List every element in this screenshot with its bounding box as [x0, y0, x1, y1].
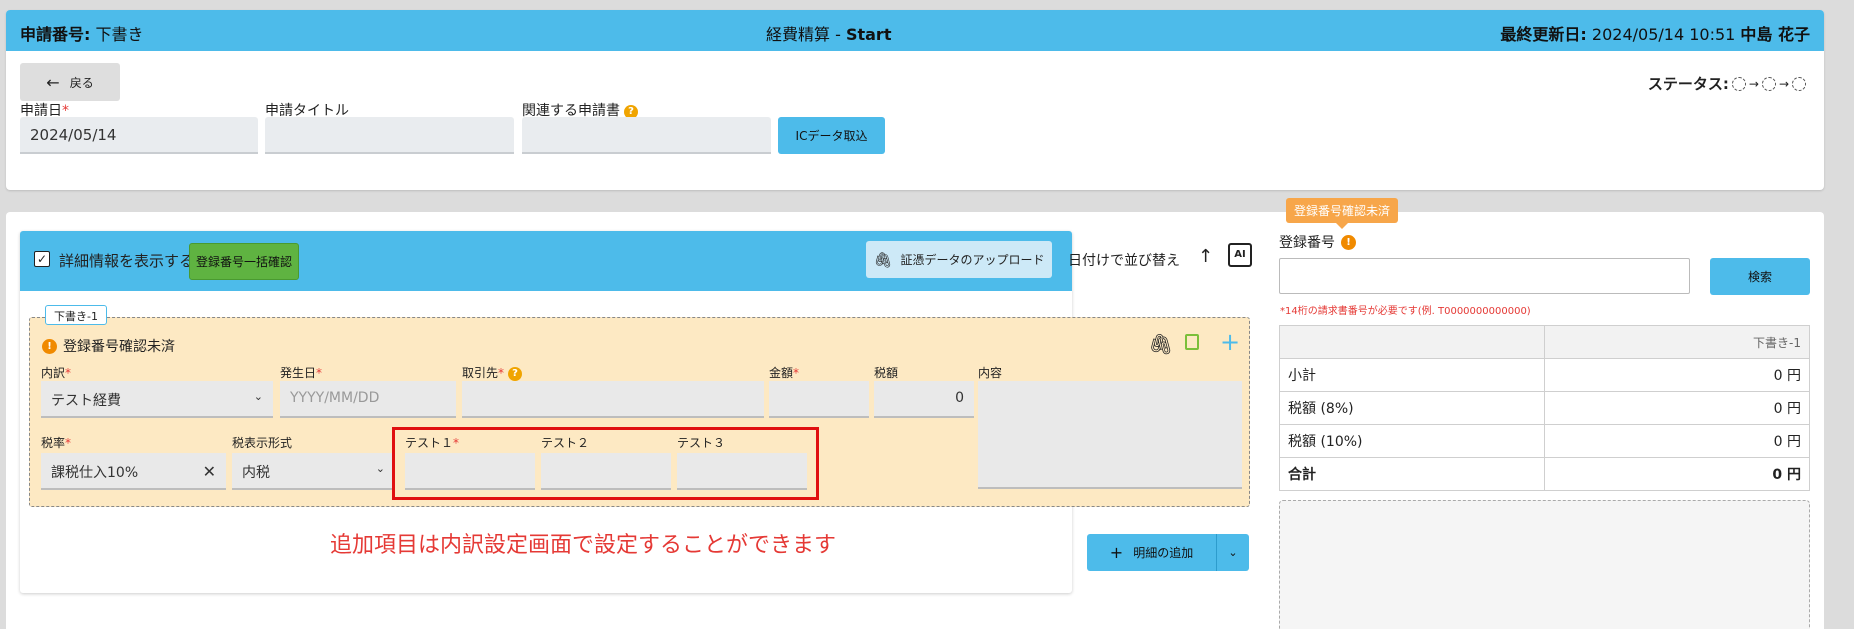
tax-rate-select[interactable]: 課税仕入10% ✕ [41, 453, 226, 490]
occurrence-date-label: 発生日* [280, 366, 323, 380]
category-select[interactable]: テスト経費 ⌄ [41, 381, 273, 418]
table-row: 税額 (10%) 0 円 [1279, 424, 1810, 458]
application-title-input[interactable] [265, 117, 514, 154]
show-detail-label: 詳細情報を表示する [59, 252, 195, 270]
search-button[interactable]: 検索 [1710, 258, 1810, 295]
summary-value: 0 円 [1544, 424, 1810, 458]
table-row: 税額 (8%) 0 円 [1279, 391, 1810, 425]
ai-icon[interactable]: AI [1228, 243, 1252, 267]
summary-value: 0 円 [1544, 358, 1810, 392]
upload-evidence-button[interactable]: 🖇 証憑データのアップロード [866, 241, 1052, 278]
bulk-registration-check-button[interactable]: 登録番号一括確認 [189, 243, 299, 280]
add-line-main-button[interactable]: + 明細の追加 [1087, 534, 1217, 571]
vendor-input[interactable] [462, 381, 764, 418]
tax-amount-input[interactable]: 0 [874, 381, 974, 418]
summary-value: 0 円 [1544, 457, 1810, 491]
summary-column-header: 下書き-1 [1544, 325, 1810, 359]
summary-table: 下書き-1 小計 0 円 税額 (8%) 0 円 税額 (10%) 0 円 合計… [1279, 325, 1810, 491]
warning-icon: ! [42, 338, 57, 354]
summary-label: 税額 (10%) [1279, 424, 1545, 458]
status-step-1-icon [1731, 76, 1746, 91]
chevron-down-icon: ⌄ [1228, 546, 1238, 559]
show-detail-checkbox[interactable]: ✓ [34, 251, 50, 267]
status-step-3-icon [1792, 76, 1806, 91]
registration-number-input[interactable] [1279, 258, 1690, 294]
sort-arrow-up-icon[interactable]: ↑ [1198, 246, 1213, 267]
tax-amount-label: 税額 [874, 366, 899, 380]
content-label: 内容 [978, 366, 1003, 380]
registration-hint: *14桁の請求書番号が必要です(例. T0000000000000) [1280, 306, 1531, 317]
table-row: 下書き-1 [1279, 325, 1810, 359]
tax-rate-label: 税率* [41, 436, 72, 450]
tax-display-label: 税表示形式 [232, 436, 293, 450]
occurrence-date-input[interactable]: YYYY/MM/DD [280, 381, 456, 418]
warning-icon: ! [1341, 234, 1356, 250]
chevron-down-icon: ⌄ [253, 390, 263, 403]
back-button[interactable]: ← 戻る [20, 63, 120, 101]
category-label: 内訳* [41, 366, 72, 380]
help-icon[interactable]: ? [508, 367, 523, 381]
attach-paperclip-icon[interactable]: 🖇 [1148, 332, 1173, 356]
content-textarea[interactable] [978, 381, 1242, 489]
registration-warning-tooltip: 登録番号確認未済 [1286, 198, 1399, 229]
plus-icon: + [1109, 543, 1124, 562]
draft-tag: 下書き-1 [45, 305, 107, 325]
arrow-left-icon: ← [46, 72, 60, 92]
application-header-card: 申請番号: 下書き 経費精算 - Start 最終更新日: 2024/05/14… [6, 10, 1824, 190]
ic-data-import-button[interactable]: ICデータ取込 [778, 117, 885, 154]
detail-toolbar: ✓ 詳細情報を表示する 登録番号一括確認 🖇 証憑データのアップロード 日付けで… [20, 231, 1252, 291]
chevron-down-icon: ⌄ [375, 462, 385, 475]
amount-input[interactable] [769, 381, 869, 418]
annotation-note: 追加項目は内訳設定画面で設定することができます [330, 533, 837, 558]
table-row: 合計 0 円 [1279, 457, 1810, 491]
amount-label: 金額* [769, 366, 800, 380]
arrow-right-icon: → [1748, 76, 1759, 91]
summary-label: 税額 (8%) [1279, 391, 1545, 425]
status-step-2-icon [1761, 76, 1776, 91]
page-title: 経費精算 - Start [766, 25, 892, 44]
header-bar: 申請番号: 下書き 経費精算 - Start 最終更新日: 2024/05/14… [6, 10, 1824, 51]
summary-label: 小計 [1279, 358, 1545, 392]
application-date-input[interactable]: 2024/05/14 [20, 117, 258, 154]
status-indicator: ステータス: → → [1648, 73, 1806, 94]
tax-display-select[interactable]: 内税 ⌄ [232, 453, 395, 490]
add-line-dropdown-toggle[interactable]: ⌄ [1217, 534, 1249, 571]
summary-label: 合計 [1279, 457, 1545, 491]
summary-value: 0 円 [1544, 391, 1810, 425]
registration-warning: ! 登録番号確認未済 [42, 336, 175, 356]
file-drop-zone[interactable] [1279, 500, 1810, 629]
last-updated: 最終更新日: 2024/05/14 10:51 中島 花子 [1500, 25, 1810, 44]
highlight-box [392, 427, 819, 500]
application-number: 申請番号: 下書き [20, 25, 144, 44]
table-row: 小計 0 円 [1279, 358, 1810, 392]
sort-by-date-label[interactable]: 日付けで並び替え [1068, 250, 1180, 270]
copy-icon[interactable] [1185, 334, 1199, 350]
registration-number-label: 登録番号 ! [1279, 232, 1356, 252]
clear-icon[interactable]: ✕ [203, 462, 216, 481]
arrow-right-icon: → [1778, 76, 1789, 91]
add-icon[interactable]: + [1220, 328, 1240, 356]
paperclip-icon: 🖇 [873, 250, 893, 269]
add-line-button[interactable]: + 明細の追加 ⌄ [1087, 534, 1249, 571]
related-application-input[interactable] [522, 117, 771, 154]
vendor-label: 取引先*? [462, 364, 523, 381]
